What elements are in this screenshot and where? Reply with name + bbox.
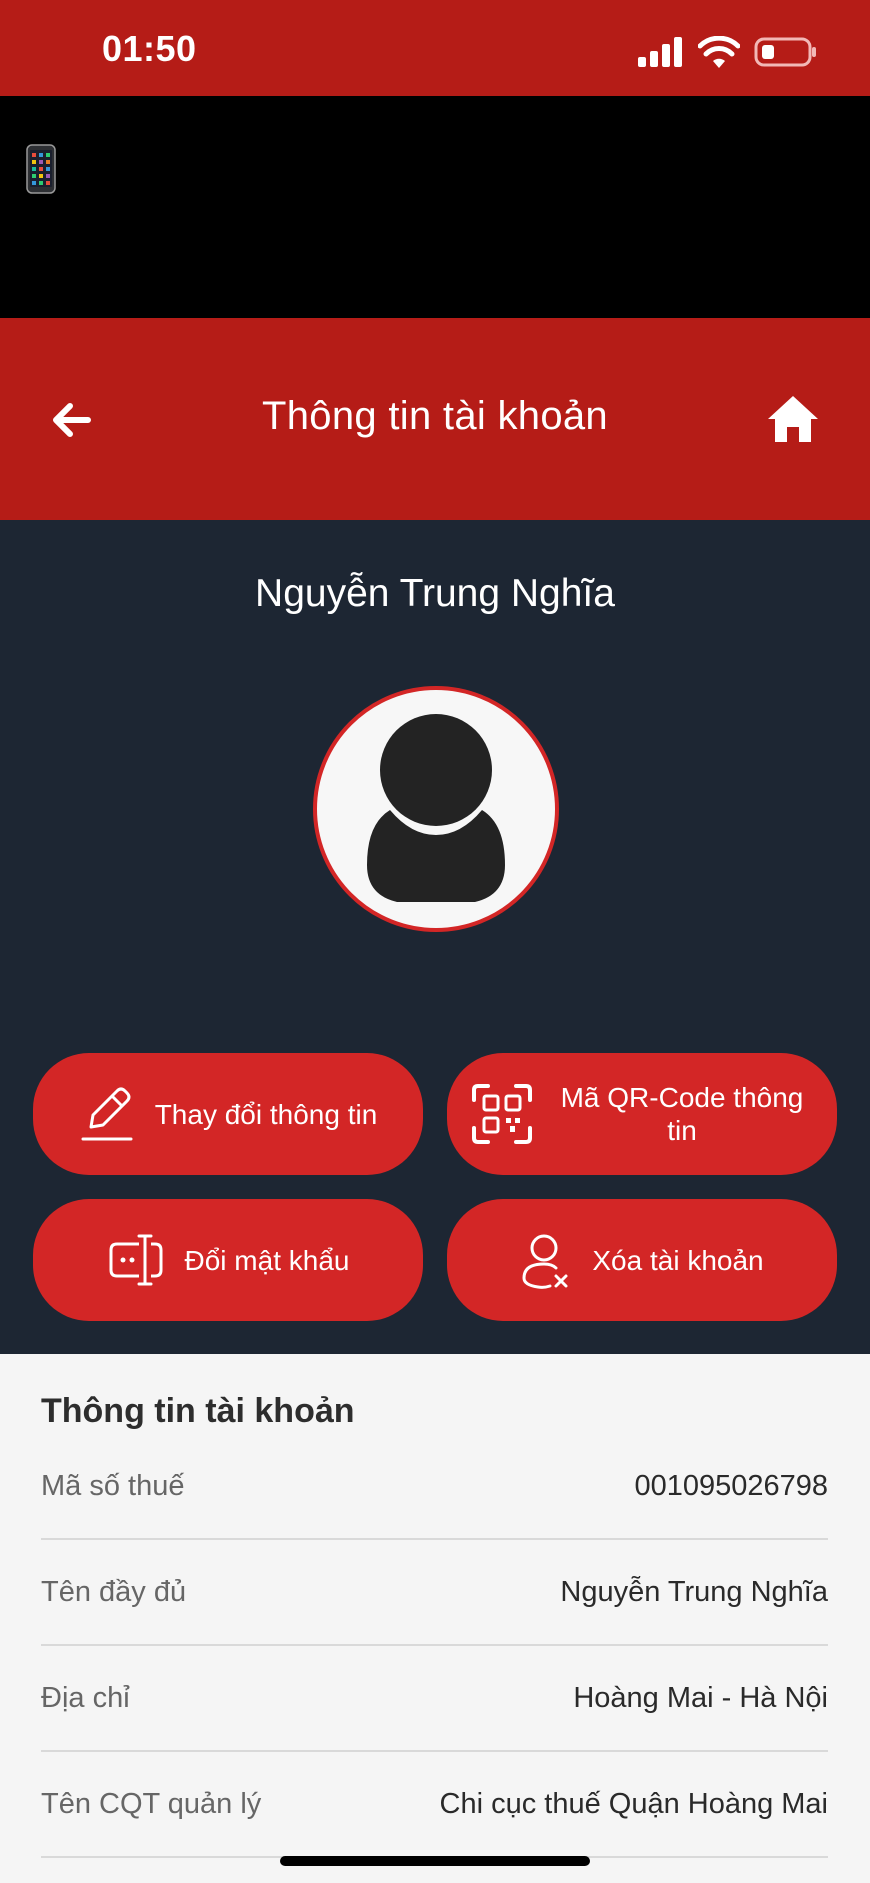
wifi-icon xyxy=(698,36,740,68)
info-label: Tên CQT quản lý xyxy=(41,1787,262,1820)
signal-icon xyxy=(638,37,682,67)
section-title: Thông tin tài khoản xyxy=(41,1392,355,1430)
info-value: Hoàng Mai - Hà Nội xyxy=(573,1681,828,1714)
delete-user-icon xyxy=(522,1234,568,1289)
battery-icon xyxy=(754,37,816,67)
info-label: Địa chỉ xyxy=(41,1681,130,1714)
pencil-icon xyxy=(81,1087,133,1141)
info-label: Tên đầy đủ xyxy=(41,1575,187,1608)
account-info-section: Thông tin tài khoản Mã số thuế 001095026… xyxy=(0,1354,870,1883)
info-row-tax-authority: Tên CQT quản lý Chi cục thuế Quận Hoàng … xyxy=(41,1752,828,1858)
info-value: 001095026798 xyxy=(634,1469,828,1502)
qr-code-button[interactable]: Mã QR-Code thông tin xyxy=(447,1053,837,1175)
info-label: Mã số thuế xyxy=(41,1469,185,1502)
app-header: Thông tin tài khoản xyxy=(0,318,870,520)
change-info-label: Thay đổi thông tin xyxy=(154,1098,378,1130)
delete-account-label: Xóa tài khoản xyxy=(592,1244,764,1276)
home-indicator xyxy=(280,1856,590,1866)
password-icon xyxy=(109,1234,163,1286)
status-icons xyxy=(638,34,818,70)
change-password-label: Đổi mật khẩu xyxy=(184,1244,350,1276)
delete-account-button[interactable]: Xóa tài khoản xyxy=(447,1199,837,1321)
change-password-button[interactable]: Đổi mật khẩu xyxy=(33,1199,423,1321)
home-icon xyxy=(768,396,818,442)
profile-section: Nguyễn Trung Nghĩa Thay đổi thông tin Mã… xyxy=(0,520,870,1354)
status-bar: 01:50 xyxy=(0,0,870,96)
qr-code-icon xyxy=(472,1084,532,1144)
phone-icon xyxy=(26,144,56,194)
profile-name: Nguyễn Trung Nghĩa xyxy=(255,572,615,615)
info-row-full-name: Tên đầy đủ Nguyễn Trung Nghĩa xyxy=(41,1540,828,1646)
info-row-tax-code: Mã số thuế 001095026798 xyxy=(41,1434,828,1540)
info-row-address: Địa chỉ Hoàng Mai - Hà Nội xyxy=(41,1646,828,1752)
page-title: Thông tin tài khoản xyxy=(262,394,608,438)
qr-code-label: Mã QR-Code thông tin xyxy=(560,1082,804,1146)
info-value: Chi cục thuế Quận Hoàng Mai xyxy=(439,1787,829,1820)
change-info-button[interactable]: Thay đổi thông tin xyxy=(33,1053,423,1175)
info-value: Nguyễn Trung Nghĩa xyxy=(560,1575,828,1608)
home-button[interactable] xyxy=(766,394,820,444)
status-time: 01:50 xyxy=(102,28,197,69)
avatar-placeholder-icon xyxy=(367,714,505,902)
black-band xyxy=(0,96,870,318)
avatar[interactable] xyxy=(313,686,559,932)
